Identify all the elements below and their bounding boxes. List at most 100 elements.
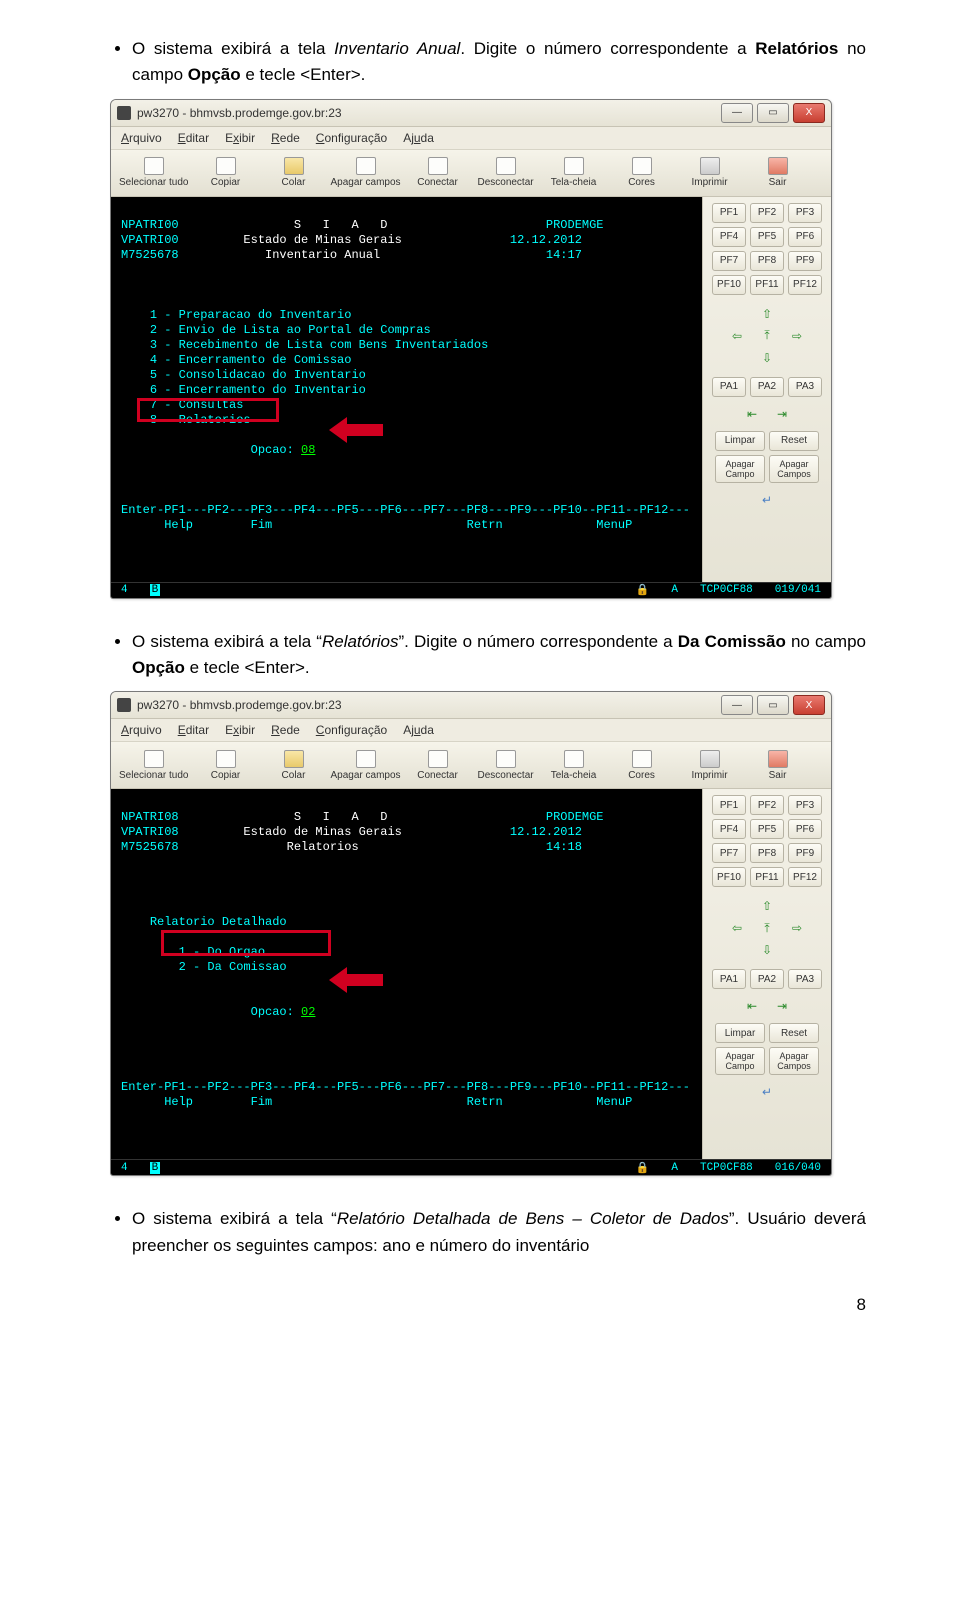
- menu-editar[interactable]: Editar: [178, 131, 209, 145]
- menu-ajuda-2[interactable]: Ajuda: [403, 723, 434, 737]
- key2-pf7[interactable]: PF7: [712, 843, 746, 863]
- key-up[interactable]: ⇧: [754, 305, 780, 323]
- menu-config-2[interactable]: Configuração: [316, 723, 387, 737]
- key2-pa1[interactable]: PA1: [712, 969, 746, 989]
- menu-arquivo-2[interactable]: Arquivo: [121, 723, 162, 737]
- key-pf9[interactable]: PF9: [788, 251, 822, 271]
- maximize-button-2[interactable]: ▭: [757, 695, 789, 715]
- tb-imprimir[interactable]: Imprimir: [679, 157, 741, 188]
- t1-opc-val[interactable]: 08: [301, 443, 315, 457]
- tb-imprimir-2[interactable]: Imprimir: [679, 750, 741, 781]
- status2-a: A: [671, 1162, 678, 1174]
- tb-colar[interactable]: Colar: [263, 157, 325, 188]
- tb-cores-2[interactable]: Cores: [611, 750, 673, 781]
- tb-desconectar[interactable]: Desconectar: [475, 157, 537, 188]
- key2-up[interactable]: ⇧: [754, 897, 780, 915]
- key2-pf2[interactable]: PF2: [750, 795, 784, 815]
- key2-limpar[interactable]: Limpar: [715, 1023, 765, 1043]
- key-pf4[interactable]: PF4: [712, 227, 746, 247]
- key2-tab-back[interactable]: ⇤: [739, 997, 765, 1015]
- key2-pf6[interactable]: PF6: [788, 819, 822, 839]
- tb-tela[interactable]: Tela-cheia: [543, 157, 605, 188]
- key2-pf8[interactable]: PF8: [750, 843, 784, 863]
- bullet-1: O sistema exibirá a tela Inventario Anua…: [132, 36, 870, 89]
- menu-rede[interactable]: Rede: [271, 131, 300, 145]
- key2-pf4[interactable]: PF4: [712, 819, 746, 839]
- menu-editar-2[interactable]: Editar: [178, 723, 209, 737]
- minimize-button[interactable]: —: [721, 103, 753, 123]
- key-pf11[interactable]: PF11: [750, 275, 784, 295]
- key2-down[interactable]: ⇩: [754, 941, 780, 959]
- key-pf5[interactable]: PF5: [750, 227, 784, 247]
- tb-selecionar[interactable]: Selecionar tudo: [119, 157, 189, 188]
- close-button-2[interactable]: X: [793, 695, 825, 715]
- key2-pf3[interactable]: PF3: [788, 795, 822, 815]
- key2-tab-fwd[interactable]: ⇥: [769, 997, 795, 1015]
- key2-home[interactable]: ⤒: [754, 919, 780, 937]
- tb-copiar-2[interactable]: Copiar: [195, 750, 257, 781]
- menu-exibir[interactable]: Exibir: [225, 131, 255, 145]
- key-pf10[interactable]: PF10: [712, 275, 746, 295]
- key-pf7[interactable]: PF7: [712, 251, 746, 271]
- key2-enter[interactable]: ↵: [754, 1083, 780, 1101]
- key2-pf9[interactable]: PF9: [788, 843, 822, 863]
- key-home[interactable]: ⤒: [754, 327, 780, 345]
- key2-pf12[interactable]: PF12: [788, 867, 822, 887]
- key-pf3[interactable]: PF3: [788, 203, 822, 223]
- key2-pf1[interactable]: PF1: [712, 795, 746, 815]
- close-button[interactable]: X: [793, 103, 825, 123]
- key2-pa3[interactable]: PA3: [788, 969, 822, 989]
- key-left[interactable]: ⇦: [724, 327, 750, 345]
- tb-copiar[interactable]: Copiar: [195, 157, 257, 188]
- key2-left[interactable]: ⇦: [724, 919, 750, 937]
- key-pf2[interactable]: PF2: [750, 203, 784, 223]
- key2-apagar-campo[interactable]: Apagar Campo: [715, 1047, 765, 1075]
- key-pf1[interactable]: PF1: [712, 203, 746, 223]
- tb-apagar[interactable]: Apagar campos: [331, 157, 401, 188]
- key-limpar[interactable]: Limpar: [715, 431, 765, 451]
- key-tab-back[interactable]: ⇤: [739, 405, 765, 423]
- terminal-2[interactable]: NPATRI08 S I A D PRODEMGE VPATRI08 Estad…: [111, 789, 702, 1159]
- key2-right[interactable]: ⇨: [784, 919, 810, 937]
- maximize-button[interactable]: ▭: [757, 103, 789, 123]
- key2-pf10[interactable]: PF10: [712, 867, 746, 887]
- tb-colar-2[interactable]: Colar: [263, 750, 325, 781]
- tb-apagar-2[interactable]: Apagar campos: [331, 750, 401, 781]
- menu-config[interactable]: Configuração: [316, 131, 387, 145]
- tb-conectar-2[interactable]: Conectar: [407, 750, 469, 781]
- key-pa1[interactable]: PA1: [712, 377, 746, 397]
- t1-l2a: VPATRI00: [121, 233, 179, 247]
- key-pa3[interactable]: PA3: [788, 377, 822, 397]
- tb-cores[interactable]: Cores: [611, 157, 673, 188]
- key2-apagar-campos[interactable]: Apagar Campos: [769, 1047, 819, 1075]
- key2-reset[interactable]: Reset: [769, 1023, 819, 1043]
- key-reset[interactable]: Reset: [769, 431, 819, 451]
- menu-arquivo[interactable]: Arquivo: [121, 131, 162, 145]
- tb-sair-2[interactable]: Sair: [747, 750, 809, 781]
- key-pf6[interactable]: PF6: [788, 227, 822, 247]
- tb-tela-2[interactable]: Tela-cheia: [543, 750, 605, 781]
- key2-pf5[interactable]: PF5: [750, 819, 784, 839]
- key-pf12[interactable]: PF12: [788, 275, 822, 295]
- tb-desconectar-2[interactable]: Desconectar: [475, 750, 537, 781]
- key-tab-fwd[interactable]: ⇥: [769, 405, 795, 423]
- terminal-1[interactable]: NPATRI00 S I A D PRODEMGE VPATRI00 Estad…: [111, 197, 702, 582]
- key-down[interactable]: ⇩: [754, 349, 780, 367]
- key-right[interactable]: ⇨: [784, 327, 810, 345]
- key-pa2[interactable]: PA2: [750, 377, 784, 397]
- key2-pf11[interactable]: PF11: [750, 867, 784, 887]
- key-apagar-campo[interactable]: Apagar Campo: [715, 455, 765, 483]
- key-pf8[interactable]: PF8: [750, 251, 784, 271]
- t2-opc-val[interactable]: 02: [301, 1005, 315, 1019]
- tb-selecionar-2[interactable]: Selecionar tudo: [119, 750, 189, 781]
- key-enter[interactable]: ↵: [754, 491, 780, 509]
- tb-conectar[interactable]: Conectar: [407, 157, 469, 188]
- menu-exibir-2[interactable]: Exibir: [225, 723, 255, 737]
- t2-l2a: VPATRI08: [121, 825, 179, 839]
- menu-ajuda[interactable]: Ajuda: [403, 131, 434, 145]
- tb-sair[interactable]: Sair: [747, 157, 809, 188]
- key-apagar-campos[interactable]: Apagar Campos: [769, 455, 819, 483]
- minimize-button-2[interactable]: —: [721, 695, 753, 715]
- key2-pa2[interactable]: PA2: [750, 969, 784, 989]
- menu-rede-2[interactable]: Rede: [271, 723, 300, 737]
